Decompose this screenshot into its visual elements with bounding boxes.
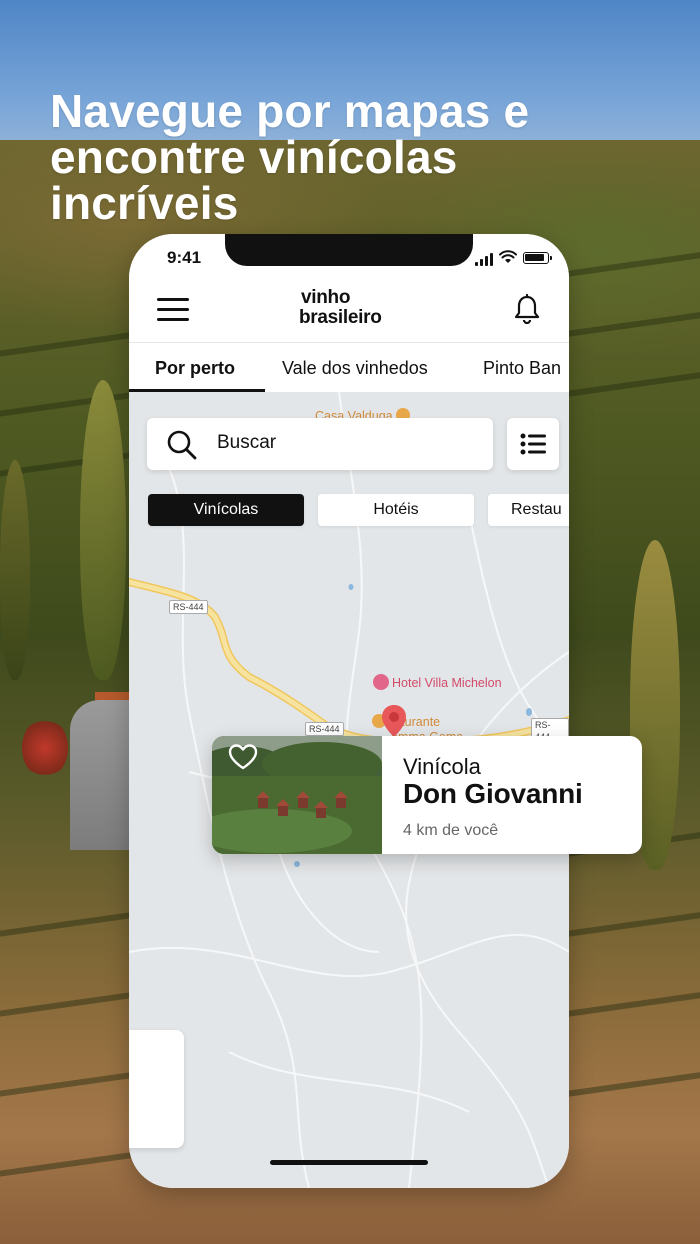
promo-headline: Navegue por mapas e encontre vinícolas i…	[50, 88, 610, 226]
cellular-signal-icon	[475, 252, 495, 266]
road-badge: RS-444	[305, 722, 344, 736]
logo-line-1: vinho	[301, 287, 351, 308]
filter-hoteis[interactable]: Hotéis	[318, 494, 474, 526]
status-bar: 9:41	[129, 234, 569, 286]
winery-type: Vinícola	[403, 754, 481, 779]
bed-icon	[373, 674, 389, 690]
list-view-button[interactable]	[507, 418, 559, 470]
tab-pinto-bandeira[interactable]: Pinto Ban	[483, 343, 561, 392]
headline-line-1: Navegue por mapas e	[50, 85, 530, 137]
place-label-hotel[interactable]: Hotel Villa Michelon	[373, 674, 502, 690]
heart-outline-icon[interactable]	[228, 744, 258, 770]
location-pin-icon[interactable]	[381, 704, 407, 738]
filter-restaurantes[interactable]: Restau	[488, 494, 569, 526]
winery-distance: 4 km de você	[403, 822, 499, 839]
search-placeholder: Buscar	[217, 432, 277, 453]
partial-card[interactable]	[129, 1030, 184, 1148]
headline-line-2: encontre vinícolas	[50, 131, 458, 183]
filter-vinicolas[interactable]: Vinícolas	[148, 494, 304, 526]
road-badge: RS-444	[169, 600, 208, 614]
phone-notch	[225, 234, 473, 266]
phone-mockup: Casa Valduga Hotel Villa Michelon staura…	[129, 234, 569, 1188]
wifi-icon	[499, 250, 517, 263]
search-input[interactable]: Buscar	[147, 418, 493, 470]
app-logo: vinho brasileiro	[299, 288, 419, 336]
home-indicator	[270, 1160, 428, 1165]
search-icon	[167, 430, 197, 460]
red-tree	[22, 718, 68, 778]
list-view-icon	[520, 433, 546, 455]
logo-line-2: brasileiro	[299, 307, 382, 328]
active-tab-indicator	[129, 389, 265, 392]
status-time: 9:41	[167, 248, 202, 267]
bell-icon[interactable]	[513, 294, 541, 324]
winery-photo	[212, 736, 382, 854]
battery-icon	[523, 252, 552, 264]
hamburger-menu-icon[interactable]	[157, 298, 189, 322]
winery-card[interactable]: Vinícola Don Giovanni 4 km de você	[212, 736, 642, 854]
app-header: vinho brasileiro	[129, 286, 569, 342]
tab-vale-dos-vinhedos[interactable]: Vale dos vinhedos	[282, 343, 428, 392]
cypress-tree	[80, 380, 126, 680]
tab-por-perto[interactable]: Por perto	[155, 343, 235, 392]
winery-name: Don Giovanni	[403, 778, 583, 809]
stone-chapel	[70, 700, 130, 850]
headline-line-3: incríveis	[50, 177, 239, 229]
cypress-tree	[0, 460, 30, 680]
region-tabs: Por perto Vale dos vinhedos Pinto Ban	[129, 342, 569, 392]
